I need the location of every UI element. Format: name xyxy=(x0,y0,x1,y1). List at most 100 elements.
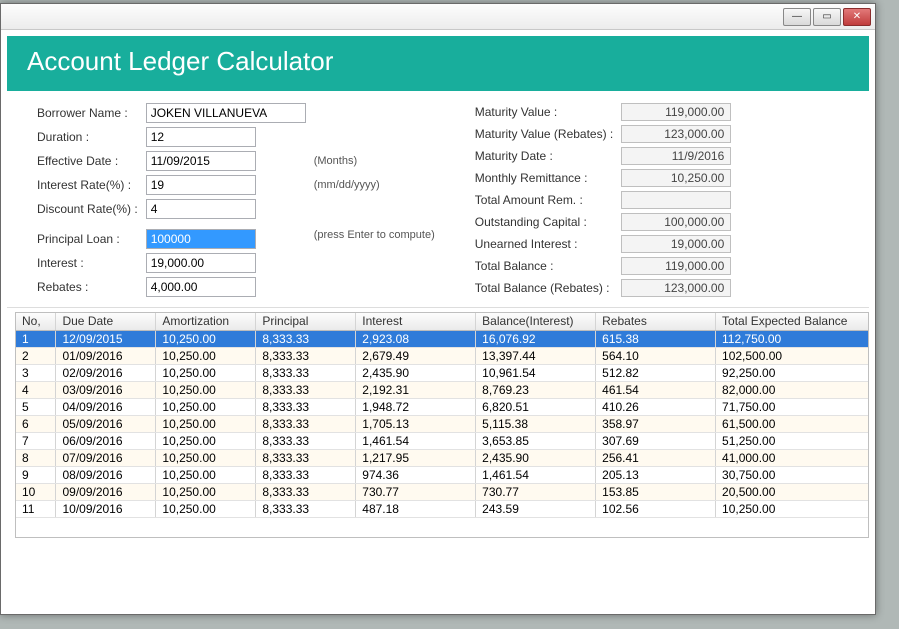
duration-input[interactable] xyxy=(146,127,256,147)
cell-bal[interactable]: 243.59 xyxy=(476,500,596,517)
borrower-input[interactable] xyxy=(146,103,306,123)
cell-prin[interactable]: 8,333.33 xyxy=(256,347,356,364)
cell-no[interactable]: 2 xyxy=(16,347,56,364)
header-rebates[interactable]: Rebates xyxy=(596,313,716,330)
cell-reb[interactable]: 153.85 xyxy=(596,483,716,500)
header-interest[interactable]: Interest xyxy=(356,313,476,330)
cell-tot[interactable]: 112,750.00 xyxy=(716,330,868,347)
principal-input[interactable] xyxy=(146,229,256,249)
cell-amort[interactable]: 10,250.00 xyxy=(156,364,256,381)
cell-bal[interactable]: 730.77 xyxy=(476,483,596,500)
cell-reb[interactable]: 512.82 xyxy=(596,364,716,381)
cell-tot[interactable]: 61,500.00 xyxy=(716,415,868,432)
cell-no[interactable]: 8 xyxy=(16,449,56,466)
cell-date[interactable]: 01/09/2016 xyxy=(56,347,156,364)
cell-amort[interactable]: 10,250.00 xyxy=(156,415,256,432)
cell-bal[interactable]: 6,820.51 xyxy=(476,398,596,415)
cell-bal[interactable]: 5,115.38 xyxy=(476,415,596,432)
table-row[interactable]: 1110/09/201610,250.008,333.33487.18243.5… xyxy=(16,500,868,517)
table-row[interactable]: 112/09/201510,250.008,333.332,923.0816,0… xyxy=(16,330,868,347)
cell-bal[interactable]: 16,076.92 xyxy=(476,330,596,347)
cell-bal[interactable]: 10,961.54 xyxy=(476,364,596,381)
cell-amort[interactable]: 10,250.00 xyxy=(156,449,256,466)
grid-scroll-area[interactable]: No, Due Date Amortization Principal Inte… xyxy=(16,313,868,537)
cell-int[interactable]: 487.18 xyxy=(356,500,476,517)
header-due-date[interactable]: Due Date xyxy=(56,313,156,330)
cell-reb[interactable]: 615.38 xyxy=(596,330,716,347)
minimize-button[interactable]: — xyxy=(783,8,811,26)
interest-rate-input[interactable] xyxy=(146,175,256,195)
cell-prin[interactable]: 8,333.33 xyxy=(256,381,356,398)
window-titlebar[interactable]: — ▭ ✕ xyxy=(1,4,875,30)
cell-amort[interactable]: 10,250.00 xyxy=(156,500,256,517)
cell-date[interactable]: 03/09/2016 xyxy=(56,381,156,398)
cell-no[interactable]: 6 xyxy=(16,415,56,432)
table-row[interactable]: 302/09/201610,250.008,333.332,435.9010,9… xyxy=(16,364,868,381)
cell-date[interactable]: 12/09/2015 xyxy=(56,330,156,347)
cell-tot[interactable]: 92,250.00 xyxy=(716,364,868,381)
cell-date[interactable]: 04/09/2016 xyxy=(56,398,156,415)
cell-int[interactable]: 730.77 xyxy=(356,483,476,500)
cell-tot[interactable]: 82,000.00 xyxy=(716,381,868,398)
cell-bal[interactable]: 2,435.90 xyxy=(476,449,596,466)
close-button[interactable]: ✕ xyxy=(843,8,871,26)
cell-date[interactable]: 06/09/2016 xyxy=(56,432,156,449)
table-row[interactable]: 605/09/201610,250.008,333.331,705.135,11… xyxy=(16,415,868,432)
table-row[interactable]: 504/09/201610,250.008,333.331,948.726,82… xyxy=(16,398,868,415)
cell-int[interactable]: 1,461.54 xyxy=(356,432,476,449)
cell-reb[interactable]: 358.97 xyxy=(596,415,716,432)
cell-reb[interactable]: 256.41 xyxy=(596,449,716,466)
table-row[interactable]: 706/09/201610,250.008,333.331,461.543,65… xyxy=(16,432,868,449)
cell-int[interactable]: 1,217.95 xyxy=(356,449,476,466)
rebates-output[interactable] xyxy=(146,277,256,297)
cell-int[interactable]: 974.36 xyxy=(356,466,476,483)
table-row[interactable]: 201/09/201610,250.008,333.332,679.4913,3… xyxy=(16,347,868,364)
cell-tot[interactable]: 20,500.00 xyxy=(716,483,868,500)
cell-int[interactable]: 1,948.72 xyxy=(356,398,476,415)
cell-bal[interactable]: 1,461.54 xyxy=(476,466,596,483)
cell-date[interactable]: 08/09/2016 xyxy=(56,466,156,483)
cell-date[interactable]: 02/09/2016 xyxy=(56,364,156,381)
header-principal[interactable]: Principal xyxy=(256,313,356,330)
cell-prin[interactable]: 8,333.33 xyxy=(256,449,356,466)
cell-int[interactable]: 2,435.90 xyxy=(356,364,476,381)
cell-no[interactable]: 7 xyxy=(16,432,56,449)
table-row[interactable]: 807/09/201610,250.008,333.331,217.952,43… xyxy=(16,449,868,466)
cell-no[interactable]: 5 xyxy=(16,398,56,415)
cell-int[interactable]: 2,923.08 xyxy=(356,330,476,347)
cell-prin[interactable]: 8,333.33 xyxy=(256,364,356,381)
header-amortization[interactable]: Amortization xyxy=(156,313,256,330)
header-balance-interest[interactable]: Balance(Interest) xyxy=(476,313,596,330)
cell-no[interactable]: 11 xyxy=(16,500,56,517)
cell-prin[interactable]: 8,333.33 xyxy=(256,415,356,432)
cell-no[interactable]: 10 xyxy=(16,483,56,500)
effective-date-input[interactable] xyxy=(146,151,256,171)
cell-tot[interactable]: 30,750.00 xyxy=(716,466,868,483)
header-total-expected[interactable]: Total Expected Balance xyxy=(716,313,868,330)
cell-amort[interactable]: 10,250.00 xyxy=(156,432,256,449)
cell-date[interactable]: 10/09/2016 xyxy=(56,500,156,517)
cell-prin[interactable]: 8,333.33 xyxy=(256,330,356,347)
ledger-table[interactable]: No, Due Date Amortization Principal Inte… xyxy=(16,313,868,518)
interest-output[interactable] xyxy=(146,253,256,273)
cell-prin[interactable]: 8,333.33 xyxy=(256,398,356,415)
cell-amort[interactable]: 10,250.00 xyxy=(156,398,256,415)
cell-reb[interactable]: 564.10 xyxy=(596,347,716,364)
cell-bal[interactable]: 3,653.85 xyxy=(476,432,596,449)
cell-reb[interactable]: 410.26 xyxy=(596,398,716,415)
cell-date[interactable]: 07/09/2016 xyxy=(56,449,156,466)
table-row[interactable]: 908/09/201610,250.008,333.33974.361,461.… xyxy=(16,466,868,483)
cell-prin[interactable]: 8,333.33 xyxy=(256,500,356,517)
table-row[interactable]: 403/09/201610,250.008,333.332,192.318,76… xyxy=(16,381,868,398)
cell-bal[interactable]: 8,769.23 xyxy=(476,381,596,398)
maximize-button[interactable]: ▭ xyxy=(813,8,841,26)
cell-tot[interactable]: 102,500.00 xyxy=(716,347,868,364)
cell-no[interactable]: 1 xyxy=(16,330,56,347)
cell-reb[interactable]: 307.69 xyxy=(596,432,716,449)
cell-amort[interactable]: 10,250.00 xyxy=(156,347,256,364)
cell-amort[interactable]: 10,250.00 xyxy=(156,466,256,483)
header-no[interactable]: No, xyxy=(16,313,56,330)
cell-date[interactable]: 05/09/2016 xyxy=(56,415,156,432)
cell-tot[interactable]: 71,750.00 xyxy=(716,398,868,415)
cell-reb[interactable]: 205.13 xyxy=(596,466,716,483)
